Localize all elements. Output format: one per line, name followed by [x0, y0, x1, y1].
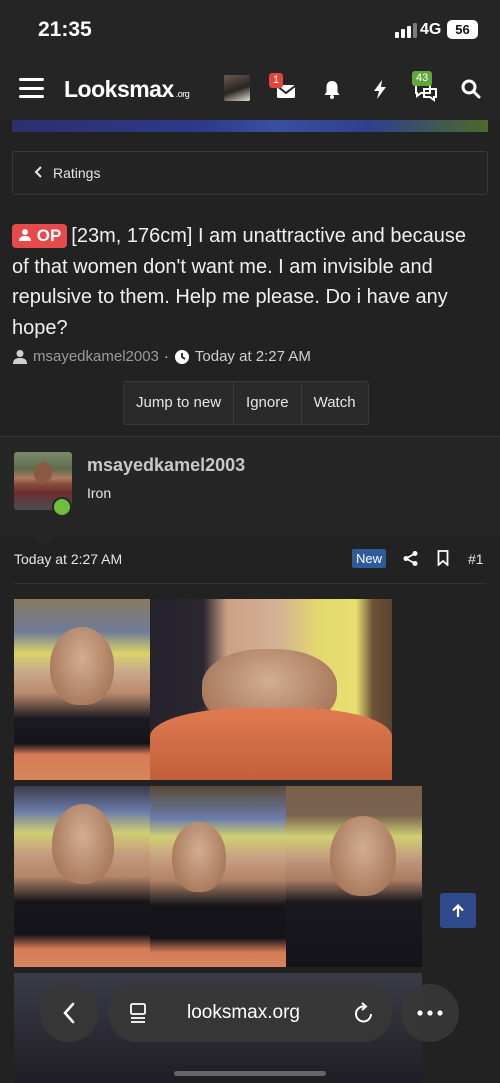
chevron-left-icon — [63, 1002, 75, 1024]
user-icon — [19, 229, 31, 241]
chevron-left-icon — [34, 166, 42, 178]
post-username[interactable]: msayedkamel2003 — [87, 455, 245, 476]
post-separator — [14, 583, 486, 584]
post-user-header: msayedkamel2003 Iron — [0, 437, 500, 546]
search-icon[interactable] — [457, 75, 485, 103]
browser-toolbar: looksmax.org — [0, 975, 500, 1083]
signal-icon — [395, 22, 417, 38]
lightning-icon[interactable] — [366, 75, 394, 103]
site-banner — [12, 120, 488, 132]
new-badge: New — [352, 549, 387, 568]
post-image-3[interactable] — [14, 786, 150, 967]
more-button[interactable] — [401, 984, 459, 1042]
inbox-icon[interactable]: 1 — [269, 73, 299, 103]
ignore-button[interactable]: Ignore — [234, 382, 302, 424]
post-image-2[interactable] — [150, 599, 392, 780]
chat-icon[interactable]: 43 — [412, 71, 440, 103]
op-label: OP — [36, 226, 62, 245]
network-type: 4G — [420, 21, 442, 38]
home-indicator — [174, 1071, 326, 1076]
logo-suffix: .org — [175, 89, 190, 99]
status-bar: 21:35 4G 56 — [0, 0, 500, 58]
more-icon — [417, 1010, 443, 1016]
user-avatar[interactable] — [224, 75, 250, 101]
clock-icon — [174, 349, 189, 364]
back-button[interactable] — [40, 984, 98, 1042]
header-pointer — [34, 536, 54, 546]
breadcrumb-label: Ratings — [53, 165, 101, 181]
breadcrumb[interactable]: Ratings — [12, 151, 488, 195]
user-rank: Iron — [87, 485, 112, 501]
thread-meta: msayedkamel2003 · Today at 2:27 AM — [12, 348, 311, 365]
post-number[interactable]: #1 — [468, 551, 484, 567]
logo-text: Looksmax — [64, 76, 174, 102]
thread-title: OP [23m, 176cm] I am unattractive and be… — [12, 221, 482, 343]
post-date[interactable]: Today at 2:27 AM — [14, 551, 122, 567]
bookmark-icon[interactable] — [437, 550, 449, 566]
post-image-1[interactable] — [14, 599, 150, 780]
online-indicator — [52, 497, 72, 517]
top-navbar: Looksmax .org 1 43 — [0, 58, 500, 120]
meta-separator: · — [163, 348, 169, 365]
url-text: looksmax.org — [187, 1002, 300, 1023]
op-badge: OP — [12, 224, 68, 248]
watch-button[interactable]: Watch — [302, 382, 368, 424]
thread-date[interactable]: Today at 2:27 AM — [195, 348, 311, 365]
arrow-up-icon — [452, 903, 464, 917]
bell-icon[interactable] — [318, 75, 346, 103]
thread-actions: Jump to new Ignore Watch — [123, 381, 369, 425]
post-image-5[interactable] — [286, 786, 422, 967]
thread-author[interactable]: msayedkamel2003 — [33, 348, 159, 365]
chat-badge: 43 — [412, 71, 433, 86]
battery-icon: 56 — [447, 20, 478, 39]
site-logo[interactable]: Looksmax .org — [64, 76, 190, 103]
post-image-4[interactable] — [150, 786, 286, 967]
reload-icon[interactable] — [353, 1001, 375, 1025]
inbox-badge: 1 — [269, 73, 284, 88]
tabs-icon[interactable] — [128, 1002, 148, 1024]
scroll-to-top-button[interactable] — [440, 893, 476, 928]
thread-title-text: [23m, 176cm] I am unattractive and becau… — [12, 225, 466, 339]
jump-to-new-button[interactable]: Jump to new — [124, 382, 235, 424]
menu-icon[interactable] — [19, 78, 44, 98]
status-time: 21:35 — [38, 18, 92, 41]
author-icon — [13, 349, 27, 364]
address-bar[interactable]: looksmax.org — [108, 984, 392, 1042]
share-icon[interactable] — [402, 550, 419, 567]
